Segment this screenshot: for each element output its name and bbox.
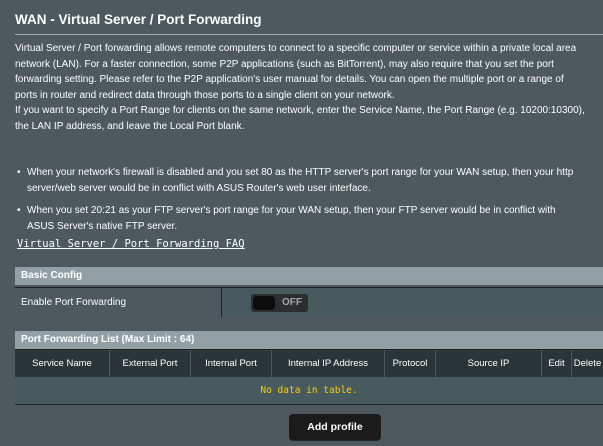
column-header-internal-port: Internal Port <box>190 350 271 377</box>
column-header-external-port: External Port <box>109 350 190 377</box>
column-header-delete: Delete <box>571 350 603 377</box>
column-header-service-name: Service Name <box>32 358 92 369</box>
note-text: When you set 20:21 as your FTP server's … <box>27 203 556 234</box>
description-line: forwarding setting. Please refer to the … <box>15 74 564 86</box>
column-header-internal-ip: Internal IP Address <box>271 350 384 377</box>
enable-port-forwarding-value: OFF <box>223 288 603 317</box>
column-header-source-ip: Source IP <box>435 350 541 377</box>
bullet-icon: • <box>17 167 21 178</box>
note-line: server/web server would be in conflict w… <box>27 182 371 194</box>
enable-port-forwarding-row: Enable Port Forwarding OFF <box>15 287 603 317</box>
bullet-icon: • <box>17 205 21 216</box>
add-profile-button[interactable]: Add profile <box>289 414 381 440</box>
enable-port-forwarding-label: Enable Port Forwarding <box>15 288 222 317</box>
column-header-protocol: Protocol <box>384 350 435 377</box>
empty-table-message: No data in table. <box>15 377 603 405</box>
port-list-header: Port Forwarding List (Max Limit : 64) <box>15 331 603 349</box>
basic-config-title: Basic Config <box>21 270 83 281</box>
toggle-state: OFF <box>282 297 302 308</box>
port-list-title: Port Forwarding List (Max Limit : 64) <box>21 334 195 345</box>
title-divider <box>15 34 603 35</box>
faq-link[interactable]: Virtual Server / Port Forwarding FAQ <box>17 238 245 250</box>
page-title: WAN - Virtual Server / Port Forwarding <box>15 12 262 27</box>
description-line: ports in router and redirect data throug… <box>15 89 395 101</box>
basic-config-header: Basic Config <box>15 267 603 285</box>
table-header-row: Service Name External Port Internal Port… <box>15 349 603 378</box>
description-line: If you want to specify a Port Range for … <box>15 105 585 117</box>
description-line: Virtual Server / Port forwarding allows … <box>15 43 577 54</box>
note-line: ASUS Server's native FTP server. <box>27 220 178 232</box>
note-line: When your network's firewall is disabled… <box>27 167 574 178</box>
note-text: When your network's firewall is disabled… <box>27 165 573 196</box>
port-forwarding-page: WAN - Virtual Server / Port Forwarding V… <box>0 0 603 446</box>
description-line: network (LAN). For a faster connection, … <box>15 58 554 70</box>
description-line: the LAN IP address, and leave the Local … <box>15 120 245 132</box>
column-header-edit: Edit <box>541 350 571 377</box>
note-line: When you set 20:21 as your FTP server's … <box>27 205 556 216</box>
enable-port-forwarding-toggle[interactable]: OFF <box>251 294 308 312</box>
toggle-knob <box>253 296 275 310</box>
description: Virtual Server / Port forwarding allows … <box>15 41 603 135</box>
